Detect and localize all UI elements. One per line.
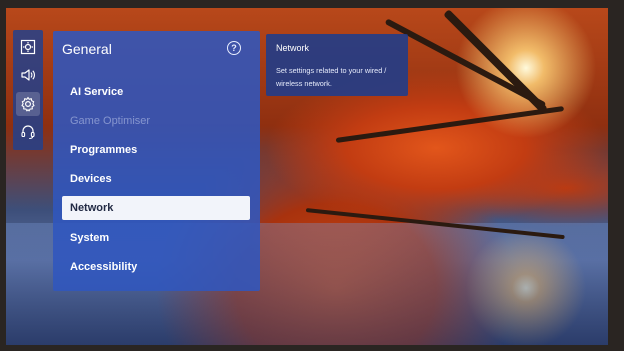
sound-settings-button[interactable]	[16, 63, 40, 87]
tooltip-description: Set settings related to your wired / wir…	[276, 66, 387, 88]
speaker-icon	[21, 69, 35, 81]
menu-item-ai-service[interactable]: AI Service	[62, 80, 250, 104]
menu-item-network[interactable]: Network	[62, 196, 250, 220]
menu-item-system[interactable]: System	[62, 226, 250, 250]
category-rail	[13, 30, 43, 150]
description-tooltip: Network Set settings related to your wir…	[266, 34, 408, 96]
picture-settings-icon	[20, 39, 36, 55]
tooltip-title: Network	[276, 43, 310, 53]
menu-item-devices[interactable]: Devices	[62, 167, 250, 191]
menu-item-accessibility[interactable]: Accessibility	[62, 255, 250, 279]
tree-branch	[335, 106, 565, 143]
general-settings-panel: General ? AI Service Game Optimiser Prog…	[53, 31, 260, 291]
general-settings-button[interactable]	[16, 92, 40, 116]
menu-item-programmes[interactable]: Programmes	[62, 138, 250, 162]
menu-item-game-optimiser: Game Optimiser	[70, 115, 151, 127]
help-icon[interactable]: ?	[227, 41, 241, 55]
picture-settings-button[interactable]	[16, 35, 40, 59]
gear-icon	[21, 96, 35, 112]
panel-title: General	[62, 41, 112, 57]
headset-support-icon	[21, 125, 35, 140]
support-button[interactable]	[16, 120, 40, 144]
